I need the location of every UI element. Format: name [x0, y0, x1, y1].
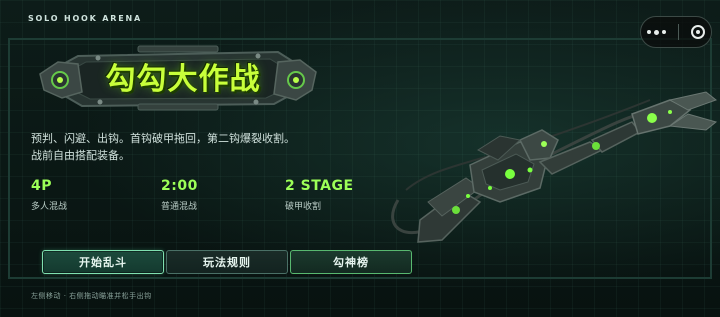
frame-left-border: [8, 38, 10, 279]
description-line-2: 战前自由搭配装备。: [31, 149, 130, 162]
more-icon[interactable]: [647, 29, 666, 35]
start-battle-button[interactable]: 开始乱斗: [42, 250, 164, 274]
stat-label: 多人混战: [31, 202, 68, 212]
stat-label: 普通混战: [161, 202, 198, 212]
stat-value: 2:00: [161, 178, 198, 194]
app-title: SOLO HOOK ARENA: [28, 14, 142, 23]
mech-robot-illustration: [391, 91, 718, 243]
stat-players: 4P 多人混战: [31, 178, 67, 212]
game-description: 预判、闪避、出钩。首钩破甲拖回，第二钩爆裂收割。 战前自由搭配装备。: [31, 130, 351, 164]
control-hint: 左侧移动 · 右侧拖动瞄准并松手出钩: [31, 292, 152, 300]
frame-bottom-border: [8, 277, 712, 279]
game-logo: 勾勾大作战: [38, 42, 318, 114]
stat-value: 4P: [31, 178, 53, 194]
description-line-1: 预判、闪避、出钩。首钩破甲拖回，第二钩爆裂收割。: [31, 132, 295, 145]
stat-duration: 2:00 普通混战: [161, 178, 198, 212]
capsule-divider: [678, 24, 679, 40]
stat-value: 2 STAGE: [285, 178, 354, 194]
stat-stages: 2 STAGE 破甲收割: [285, 178, 354, 212]
close-miniprogram-icon[interactable]: [691, 25, 705, 39]
logo-title: 勾勾大作战: [105, 62, 261, 97]
miniprogram-capsule: [640, 16, 712, 48]
rules-button[interactable]: 玩法规则: [166, 250, 288, 274]
stat-label: 破甲收割: [285, 202, 322, 212]
frame-top-border: [8, 38, 712, 40]
